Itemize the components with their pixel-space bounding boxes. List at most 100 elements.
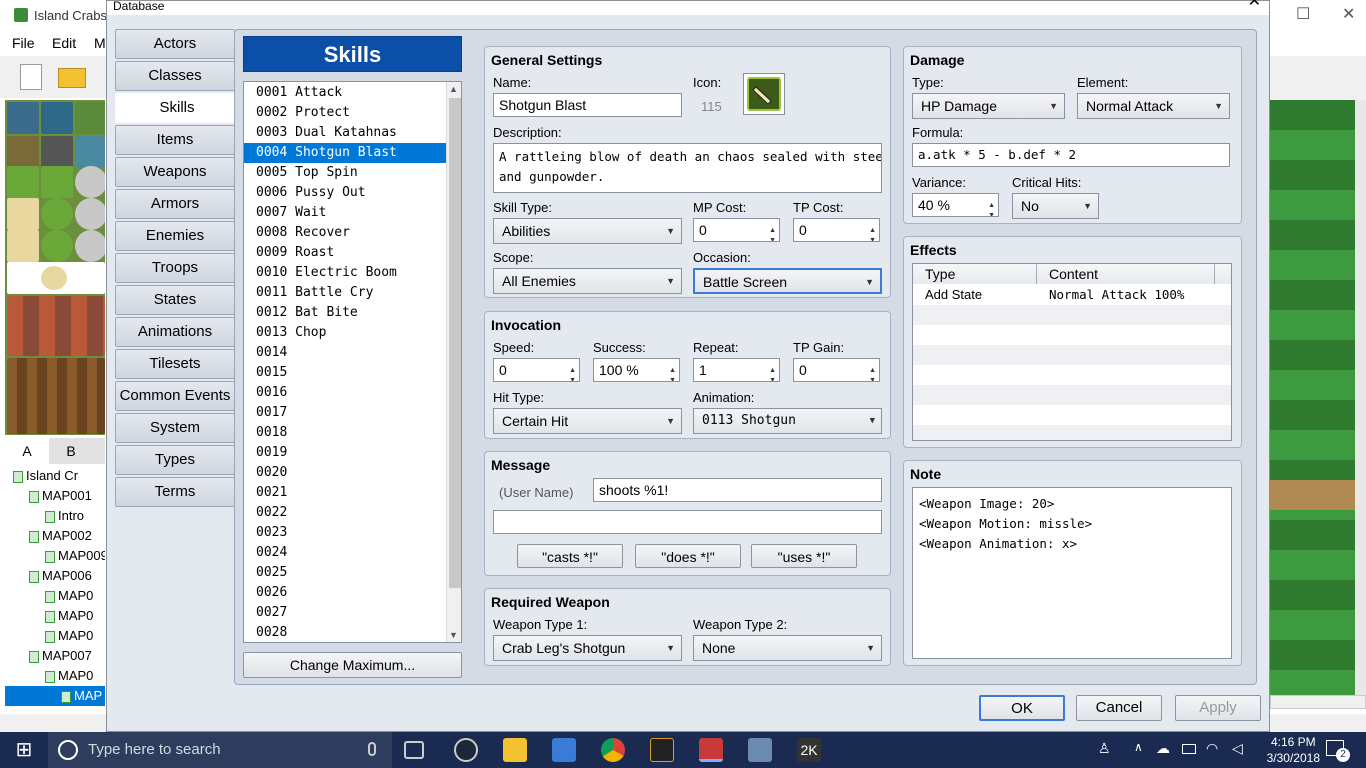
- category-types[interactable]: Types: [115, 445, 235, 475]
- skill-list-item[interactable]: 0028: [244, 623, 446, 642]
- tile[interactable]: [7, 102, 39, 134]
- skill-list-item[interactable]: 0002 Protect: [244, 103, 446, 123]
- hit-type-select[interactable]: Certain Hit ▼: [493, 408, 682, 434]
- damage-type-select[interactable]: HP Damage ▼: [912, 93, 1065, 119]
- map-tree-item[interactable]: MAP009: [5, 546, 105, 566]
- table-row[interactable]: [913, 345, 1231, 365]
- category-common-events[interactable]: Common Events: [115, 381, 235, 411]
- scroll-down-icon[interactable]: ▼: [449, 630, 458, 640]
- category-classes[interactable]: Classes: [115, 61, 235, 91]
- menu-edit[interactable]: Edit: [52, 35, 76, 51]
- spin-down-icon[interactable]: ▼: [988, 205, 995, 216]
- tile[interactable]: [7, 358, 105, 434]
- repeat-spinner[interactable]: 1 ▲ ▼: [693, 358, 780, 382]
- scope-select[interactable]: All Enemies ▼: [493, 268, 682, 294]
- tp-cost-spinner[interactable]: 0 ▲ ▼: [793, 218, 880, 242]
- clock[interactable]: 4:16 PM 3/30/2018: [1267, 734, 1320, 766]
- map-tree-item[interactable]: MAP0: [5, 666, 105, 686]
- island-crabs-icon[interactable]: [699, 738, 723, 762]
- map-tree-item[interactable]: Island Cr: [5, 466, 105, 486]
- tile[interactable]: [7, 198, 39, 230]
- table-row[interactable]: [913, 405, 1231, 425]
- tile[interactable]: [41, 198, 73, 230]
- description-field[interactable]: A rattleing blow of death an chaos seale…: [493, 143, 882, 193]
- table-row[interactable]: [913, 305, 1231, 325]
- map-tree[interactable]: Island Cr MAP001 Intro MAP002 MAP009 MAP006 MA…: [5, 466, 105, 714]
- map-tree-item[interactable]: MAP0: [5, 586, 105, 606]
- apply-button[interactable]: Apply: [1175, 695, 1261, 721]
- category-items[interactable]: Items: [115, 125, 235, 155]
- 2k-icon[interactable]: 2K: [797, 738, 821, 762]
- speed-spinner[interactable]: 0 ▲ ▼: [493, 358, 580, 382]
- variance-spinner[interactable]: 40 % ▲ ▼: [912, 193, 999, 217]
- skill-list-item[interactable]: 0026: [244, 583, 446, 603]
- steam-icon[interactable]: [454, 738, 478, 762]
- close-icon[interactable]: ✕: [1248, 0, 1261, 10]
- occasion-select[interactable]: Battle Screen ▼: [693, 268, 882, 294]
- name-field[interactable]: Shotgun Blast: [493, 93, 682, 117]
- skill-list-item[interactable]: 0020: [244, 463, 446, 483]
- skills-list[interactable]: 0001 Attack 0002 Protect 0003 Dual Katahna…: [243, 81, 462, 643]
- table-row[interactable]: Add State Normal Attack 100%: [913, 285, 1231, 305]
- battery-icon[interactable]: [1182, 744, 1196, 754]
- table-row[interactable]: [913, 325, 1231, 345]
- game-tool-icon[interactable]: [748, 738, 772, 762]
- skill-list-item[interactable]: 0025: [244, 563, 446, 583]
- close-icon[interactable]: ✕: [1342, 4, 1355, 24]
- tile[interactable]: [7, 166, 39, 198]
- weapon-type-1-select[interactable]: Crab Leg's Shotgun ▼: [493, 635, 682, 661]
- tile[interactable]: [7, 230, 39, 262]
- store-icon[interactable]: [552, 738, 576, 762]
- menu-more[interactable]: M: [94, 35, 106, 51]
- category-armors[interactable]: Armors: [115, 189, 235, 219]
- table-row[interactable]: [913, 365, 1231, 385]
- skill-type-select[interactable]: Abilities ▼: [493, 218, 682, 244]
- cancel-button[interactable]: Cancel: [1076, 695, 1162, 721]
- casts-button[interactable]: "casts *!": [517, 544, 623, 568]
- maximize-icon[interactable]: ☐: [1296, 4, 1310, 24]
- tileset-palette[interactable]: [5, 100, 105, 435]
- scroll-up-icon[interactable]: ▲: [449, 84, 458, 94]
- ok-button[interactable]: OK: [979, 695, 1065, 721]
- chrome-icon[interactable]: [601, 738, 625, 762]
- tile[interactable]: [75, 166, 105, 198]
- map-tree-item[interactable]: MAP001: [5, 486, 105, 506]
- map-tree-item[interactable]: MAP: [5, 686, 105, 706]
- spin-down-icon[interactable]: ▼: [569, 370, 576, 381]
- skill-list-item[interactable]: 0017: [244, 403, 446, 423]
- volume-icon[interactable]: ◁: [1232, 740, 1243, 757]
- onedrive-icon[interactable]: ☁: [1156, 740, 1170, 757]
- skill-list-item[interactable]: 0018: [244, 423, 446, 443]
- map-tree-item[interactable]: MAP006: [5, 566, 105, 586]
- tile[interactable]: [41, 166, 73, 198]
- uses-button[interactable]: "uses *!": [751, 544, 857, 568]
- tile[interactable]: [7, 296, 105, 356]
- skill-list-item[interactable]: 0003 Dual Katahnas: [244, 123, 446, 143]
- new-project-icon[interactable]: [20, 64, 42, 90]
- tile[interactable]: [41, 136, 73, 168]
- file-explorer-icon[interactable]: [503, 738, 527, 762]
- category-tilesets[interactable]: Tilesets: [115, 349, 235, 379]
- taskbar-search[interactable]: Type here to search: [48, 732, 392, 768]
- success-spinner[interactable]: 100 % ▲ ▼: [593, 358, 680, 382]
- element-select[interactable]: Normal Attack ▼: [1077, 93, 1230, 119]
- chevron-up-icon[interactable]: ∧: [1134, 740, 1143, 754]
- skill-list-item[interactable]: 0013 Chop: [244, 323, 446, 343]
- spin-down-icon[interactable]: ▼: [869, 370, 876, 381]
- spin-down-icon[interactable]: ▼: [769, 230, 776, 241]
- change-maximum-button[interactable]: Change Maximum...: [243, 652, 462, 678]
- skill-list-item[interactable]: 0023: [244, 523, 446, 543]
- category-enemies[interactable]: Enemies: [115, 221, 235, 251]
- map-canvas[interactable]: [1270, 100, 1355, 695]
- category-animations[interactable]: Animations: [115, 317, 235, 347]
- effects-table[interactable]: Type Content Add State Normal Attack 100…: [912, 263, 1232, 441]
- rpgmaker-icon[interactable]: [650, 738, 674, 762]
- column-header-content[interactable]: Content: [1037, 264, 1215, 284]
- icon-picker[interactable]: [743, 73, 785, 115]
- category-weapons[interactable]: Weapons: [115, 157, 235, 187]
- skill-list-item[interactable]: 0027: [244, 603, 446, 623]
- open-folder-icon[interactable]: [58, 68, 86, 88]
- table-row[interactable]: [913, 385, 1231, 405]
- critical-hits-select[interactable]: No ▼: [1012, 193, 1099, 219]
- skill-list-item[interactable]: 0004 Shotgun Blast: [244, 143, 446, 163]
